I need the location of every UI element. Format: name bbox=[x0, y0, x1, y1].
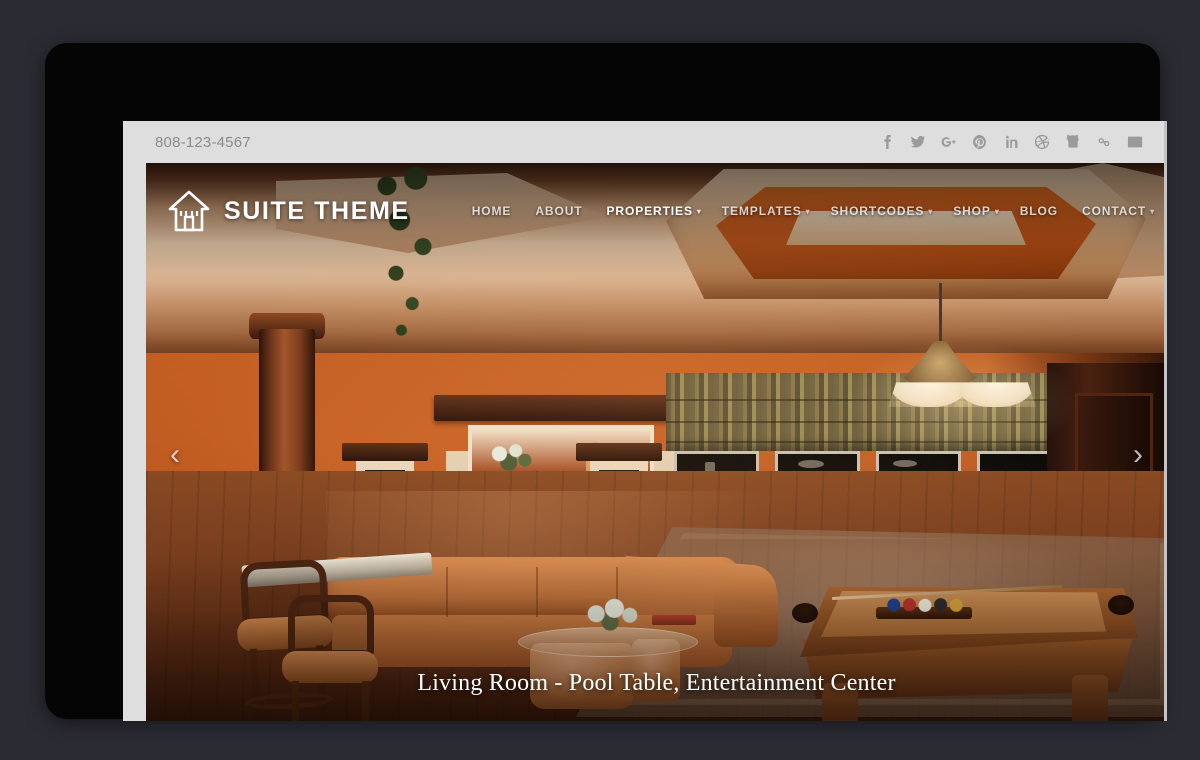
linkedin-icon[interactable] bbox=[1003, 134, 1019, 150]
nav-label: ABOUT bbox=[535, 204, 583, 218]
browser-page: 808-123-4567 SUITE THEME HOME ABOUT PROP… bbox=[123, 121, 1167, 721]
nav-label: CONTACT bbox=[1082, 204, 1147, 218]
shade-fold bbox=[666, 421, 1066, 423]
slider-next-arrow[interactable]: › bbox=[1123, 435, 1153, 475]
bar-stool bbox=[282, 595, 378, 721]
google-plus-icon[interactable] bbox=[941, 134, 957, 150]
sofa-seam bbox=[536, 567, 538, 617]
social-links bbox=[879, 134, 1143, 150]
window-reflection bbox=[798, 460, 824, 468]
shade-fold bbox=[666, 441, 1066, 443]
chevron-down-icon: ▾ bbox=[805, 207, 811, 216]
nav-label: HOME bbox=[471, 204, 512, 218]
nav-item-properties[interactable]: PROPERTIES ▾ bbox=[607, 204, 702, 218]
top-utility-bar: 808-123-4567 bbox=[123, 121, 1167, 163]
site-header: SUITE THEME HOME ABOUT PROPERTIES ▾ TEMP… bbox=[146, 163, 1167, 259]
nav-label: PROPERTIES bbox=[606, 204, 693, 218]
doorway-molding-left bbox=[342, 443, 428, 461]
doorway-molding-right bbox=[576, 443, 662, 461]
github-icon[interactable] bbox=[1065, 134, 1081, 150]
nav-item-shop[interactable]: SHOP ▾ bbox=[953, 204, 1000, 218]
email-icon[interactable] bbox=[1127, 134, 1143, 150]
slider-prev-arrow[interactable]: ‹ bbox=[160, 435, 190, 475]
nav-item-contact[interactable]: CONTACT ▾ bbox=[1082, 204, 1155, 218]
nav-item-shortcodes[interactable]: SHORTCODES ▾ bbox=[831, 204, 934, 218]
link-icon[interactable] bbox=[1096, 134, 1112, 150]
chevron-down-icon: ▾ bbox=[994, 207, 1000, 216]
home-icon bbox=[168, 189, 210, 233]
nav-label: SHOP bbox=[953, 204, 991, 218]
pool-table-pocket bbox=[1108, 595, 1134, 615]
facebook-icon[interactable] bbox=[879, 134, 895, 150]
hero-slider: SUITE THEME HOME ABOUT PROPERTIES ▾ TEMP… bbox=[146, 163, 1167, 721]
chevron-down-icon: ▾ bbox=[696, 207, 702, 216]
nav-item-home[interactable]: HOME bbox=[472, 204, 516, 218]
phone-number[interactable]: 808-123-4567 bbox=[155, 134, 251, 151]
main-navigation: HOME ABOUT PROPERTIES ▾ TEMPLATES ▾ SHOR… bbox=[472, 204, 1159, 218]
sofa-seam bbox=[446, 567, 448, 617]
nav-item-blog[interactable]: BLOG bbox=[1020, 204, 1062, 218]
pool-balls bbox=[886, 597, 964, 613]
chevron-down-icon: ▾ bbox=[1150, 207, 1155, 216]
desktop-backdrop: 808-123-4567 SUITE THEME HOME ABOUT PROP… bbox=[0, 0, 1200, 760]
stool-back bbox=[288, 595, 374, 657]
pool-table-pocket bbox=[792, 603, 818, 623]
twitter-icon[interactable] bbox=[910, 134, 926, 150]
panel-crown-molding bbox=[434, 395, 690, 421]
nav-item-about[interactable]: ABOUT bbox=[535, 204, 586, 218]
brand-name: SUITE THEME bbox=[224, 196, 410, 225]
nav-label: BLOG bbox=[1019, 204, 1058, 218]
window-reflection bbox=[893, 460, 917, 467]
niche-flowers bbox=[482, 441, 540, 473]
sofa-arm bbox=[714, 577, 778, 647]
table-floral-arrangement bbox=[578, 597, 648, 635]
chevron-down-icon: ▾ bbox=[928, 207, 934, 216]
dribbble-icon[interactable] bbox=[1034, 134, 1050, 150]
brand-logo[interactable]: SUITE THEME bbox=[168, 189, 410, 233]
pinterest-icon[interactable] bbox=[972, 134, 988, 150]
chandelier-chain bbox=[939, 283, 942, 347]
nav-item-templates[interactable]: TEMPLATES ▾ bbox=[722, 204, 811, 218]
slide-caption: Living Room - Pool Table, Entertainment … bbox=[417, 670, 896, 696]
table-books bbox=[652, 615, 696, 625]
nav-label: SHORTCODES bbox=[830, 204, 925, 218]
device-bezel: 808-123-4567 SUITE THEME HOME ABOUT PROP… bbox=[45, 43, 1167, 721]
nav-label: TEMPLATES bbox=[721, 204, 802, 218]
